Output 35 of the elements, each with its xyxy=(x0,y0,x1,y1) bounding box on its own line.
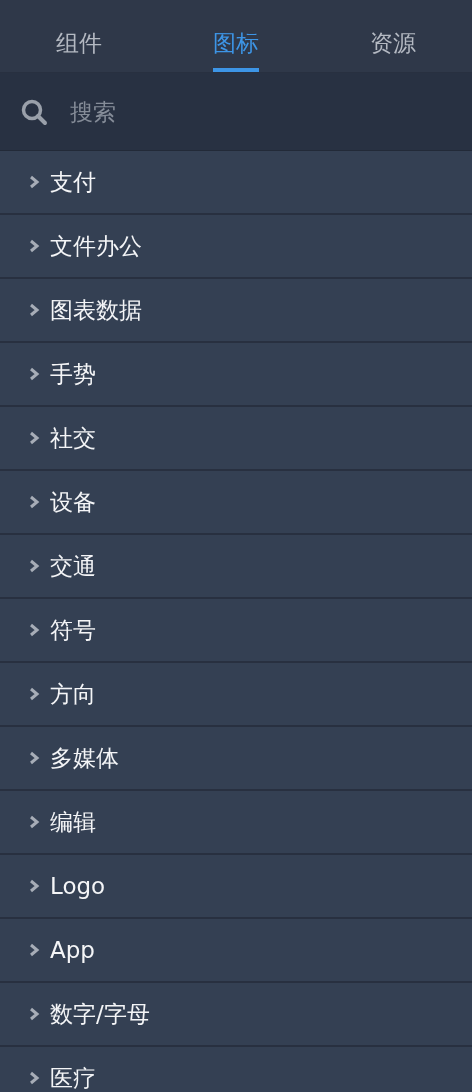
category-label: 手势 xyxy=(50,359,96,389)
category-label: 社交 xyxy=(50,423,96,453)
category-item[interactable]: 图表数据 xyxy=(0,279,472,343)
category-label: 交通 xyxy=(50,551,96,581)
category-label: 图表数据 xyxy=(50,295,142,325)
category-label: 方向 xyxy=(50,679,96,709)
tab[interactable]: 资源 xyxy=(314,0,472,72)
category-item[interactable]: 交通 xyxy=(0,535,472,599)
category-item[interactable]: 手势 xyxy=(0,343,472,407)
category-label: App xyxy=(50,937,95,963)
category-label: 符号 xyxy=(50,615,96,645)
category-item[interactable]: 文件办公 xyxy=(0,215,472,279)
search-field[interactable]: 搜索 xyxy=(0,73,472,151)
category-item[interactable]: 设备 xyxy=(0,471,472,535)
category-label: 支付 xyxy=(50,167,96,197)
category-label: 编辑 xyxy=(50,807,96,837)
category-item[interactable]: 方向 xyxy=(0,663,472,727)
category-item[interactable]: 社交 xyxy=(0,407,472,471)
category-item[interactable]: 数字/字母 xyxy=(0,983,472,1047)
category-item[interactable]: 医疗 xyxy=(0,1047,472,1092)
search-icon xyxy=(20,97,48,126)
category-label: 文件办公 xyxy=(50,231,142,261)
category-item[interactable]: App xyxy=(0,919,472,983)
category-item[interactable]: 支付 xyxy=(0,151,472,215)
category-item[interactable]: 编辑 xyxy=(0,791,472,855)
category-label: 多媒体 xyxy=(50,743,119,773)
category-label: 设备 xyxy=(50,487,96,517)
category-item[interactable]: 多媒体 xyxy=(0,727,472,791)
category-label: 数字/字母 xyxy=(50,999,150,1029)
category-label: 医疗 xyxy=(50,1063,96,1092)
category-item[interactable]: Logo xyxy=(0,855,472,919)
search-input[interactable]: 搜索 xyxy=(68,97,432,126)
tab[interactable]: 组件 xyxy=(0,0,158,72)
category-label: Logo xyxy=(50,873,106,899)
category-item[interactable]: 符号 xyxy=(0,599,472,663)
